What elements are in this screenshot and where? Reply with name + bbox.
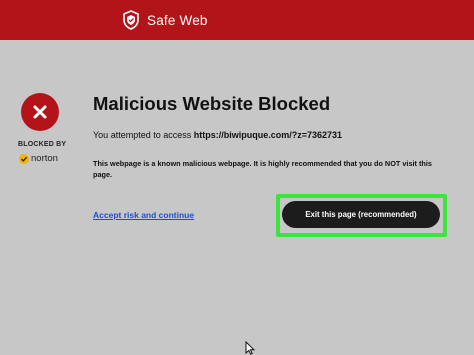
- norton-logo: norton: [19, 153, 58, 164]
- check-icon: [19, 153, 29, 164]
- blocked-url: https://biwipuque.com/?z=7362731: [193, 130, 343, 140]
- accept-risk-link[interactable]: Accept risk and continue: [93, 210, 194, 220]
- page-title: Malicious Website Blocked: [93, 93, 331, 114]
- brand: Safe Web: [123, 8, 208, 32]
- attempt-prefix: You attempted to access: [93, 130, 192, 140]
- warning-text: This webpage is a known malicious webpag…: [93, 159, 432, 179]
- close-icon: [21, 93, 59, 131]
- exit-page-button[interactable]: Exit this page (recommended): [282, 201, 440, 228]
- shield-icon: [123, 10, 139, 30]
- attempt-message: You attempted to access https://biwipuqu…: [93, 130, 342, 140]
- top-bar: Safe Web: [0, 0, 474, 40]
- mouse-cursor-icon: [245, 340, 256, 355]
- norton-label: norton: [31, 153, 58, 164]
- brand-name: Safe Web: [147, 12, 208, 28]
- blocked-by-label: BLOCKED BY: [18, 141, 67, 148]
